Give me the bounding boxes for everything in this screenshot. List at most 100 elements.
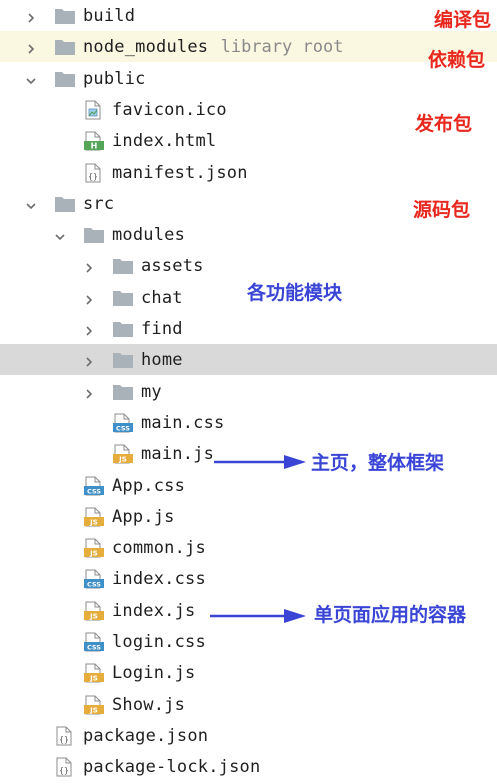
tree-item-label: my [141, 381, 162, 402]
html-file-icon: H [83, 131, 105, 151]
tree-item-label: find [141, 319, 183, 339]
js-file-icon: JS [83, 507, 105, 527]
svg-text:JS: JS [118, 456, 127, 464]
css-file-icon: CSS [83, 632, 105, 652]
tree-row-login-css[interactable]: CSS login.css [0, 626, 497, 657]
chevron-down-icon[interactable] [54, 228, 66, 241]
tree-item-label: package.json [83, 725, 209, 746]
tree-item-label: node_modules [83, 37, 209, 58]
tree-row-assets[interactable]: assets [0, 250, 497, 281]
folder-icon [112, 350, 134, 370]
annotation-feature-modules: 各功能模块 [247, 282, 343, 304]
tree-item-label: index.html [112, 131, 217, 152]
tree-item-label: package-lock.json [83, 757, 261, 778]
tree-item-label: main.js [141, 444, 215, 465]
folder-icon [112, 288, 134, 308]
tree-row-app-js[interactable]: JS App.js [0, 501, 497, 532]
tree-item-label: Show.js [112, 694, 186, 715]
tree-item-label: login.css [112, 632, 206, 652]
folder-icon [54, 37, 76, 57]
tree-item-label: chat [141, 287, 183, 308]
chevron-right-icon[interactable] [25, 40, 37, 54]
tree-item-label: home [141, 350, 183, 371]
chevron-right-icon[interactable] [83, 353, 95, 367]
js-file-icon: JS [112, 444, 134, 464]
chevron-right-icon[interactable] [83, 385, 95, 399]
tree-item-label: App.css [112, 475, 186, 496]
annotation-main-js: 主页，整体框架 [311, 452, 445, 474]
svg-text:JS: JS [89, 675, 98, 683]
svg-text:CSS: CSS [87, 644, 101, 652]
svg-text:{}: {} [88, 172, 98, 181]
js-file-icon: JS [83, 538, 105, 558]
tree-row-node-modules[interactable]: node_modules library root [0, 31, 497, 63]
tree-item-label: src [83, 193, 115, 214]
tree-item-label: index.js [112, 600, 196, 621]
folder-icon [54, 6, 76, 26]
tree-item-label: Login.js [112, 663, 196, 684]
svg-text:CSS: CSS [87, 581, 101, 589]
chevron-right-icon[interactable] [83, 322, 95, 336]
chevron-down-icon[interactable] [25, 72, 37, 84]
chevron-right-icon[interactable] [25, 9, 37, 23]
annotation-index-js: 单页面应用的容器 [314, 604, 467, 626]
tree-item-label: App.js [112, 506, 175, 527]
tree-row-login-js[interactable]: JS Login.js [0, 657, 497, 688]
tree-item-label: common.js [112, 538, 206, 559]
css-file-icon: CSS [112, 413, 134, 433]
folder-icon [54, 69, 76, 89]
arrow-index-js [210, 609, 306, 623]
folder-icon [112, 319, 134, 339]
tree-item-label: build [83, 6, 136, 26]
tree-row-modules[interactable]: modules [0, 219, 497, 250]
svg-text:JS: JS [89, 612, 98, 620]
tree-row-package-json[interactable]: {} package.json [0, 720, 497, 751]
svg-text:{}: {} [59, 735, 69, 744]
arrow-main-js [214, 455, 306, 469]
svg-text:JS: JS [89, 550, 98, 558]
tree-row-my[interactable]: my [0, 376, 497, 407]
folder-icon [112, 382, 134, 402]
annotation-src: 源码包 [413, 199, 471, 221]
tree-row-show-js[interactable]: JS Show.js [0, 689, 497, 720]
css-file-icon: CSS [83, 569, 105, 589]
image-file-icon [83, 100, 105, 120]
tree-row-common-js[interactable]: JS common.js [0, 532, 497, 563]
chevron-right-icon[interactable] [83, 291, 95, 305]
svg-text:JS: JS [89, 518, 98, 526]
tree-row-build[interactable]: build [0, 0, 497, 31]
tree-item-label: assets [141, 256, 204, 277]
annotation-build: 编译包 [434, 9, 492, 31]
svg-text:{}: {} [59, 766, 69, 775]
json-file-icon: {} [83, 163, 105, 183]
tree-item-label: main.css [141, 412, 225, 433]
js-file-icon: JS [83, 695, 105, 715]
json-file-icon: {} [54, 757, 76, 777]
json-file-icon: {} [54, 726, 76, 746]
svg-text:H: H [91, 142, 98, 151]
library-root-hint: library root [220, 37, 344, 58]
chevron-down-icon[interactable] [25, 197, 37, 209]
tree-row-manifest-json[interactable]: {} manifest.json [0, 157, 497, 188]
folder-icon [54, 194, 76, 214]
tree-item-label: manifest.json [112, 162, 248, 183]
annotation-public: 发布包 [415, 113, 473, 135]
folder-icon [112, 256, 134, 276]
tree-row-package-lock-json[interactable]: {} package-lock.json [0, 751, 497, 782]
annotation-node-modules: 依赖包 [428, 49, 486, 71]
tree-row-public[interactable]: public [0, 63, 497, 94]
tree-row-home[interactable]: home [0, 344, 497, 376]
chevron-right-icon[interactable] [83, 259, 95, 273]
tree-item-label: public [83, 68, 146, 89]
js-file-icon: JS [83, 663, 105, 683]
svg-text:CSS: CSS [87, 487, 101, 495]
tree-row-find[interactable]: find [0, 313, 497, 344]
tree-row-index-css[interactable]: CSS index.css [0, 563, 497, 594]
tree-item-label: index.css [112, 569, 206, 590]
svg-text:CSS: CSS [116, 424, 130, 432]
svg-text:JS: JS [89, 706, 98, 714]
tree-row-main-css[interactable]: CSS main.css [0, 407, 497, 438]
tree-item-label: modules [112, 225, 186, 246]
js-file-icon: JS [83, 601, 105, 621]
folder-icon [83, 225, 105, 245]
